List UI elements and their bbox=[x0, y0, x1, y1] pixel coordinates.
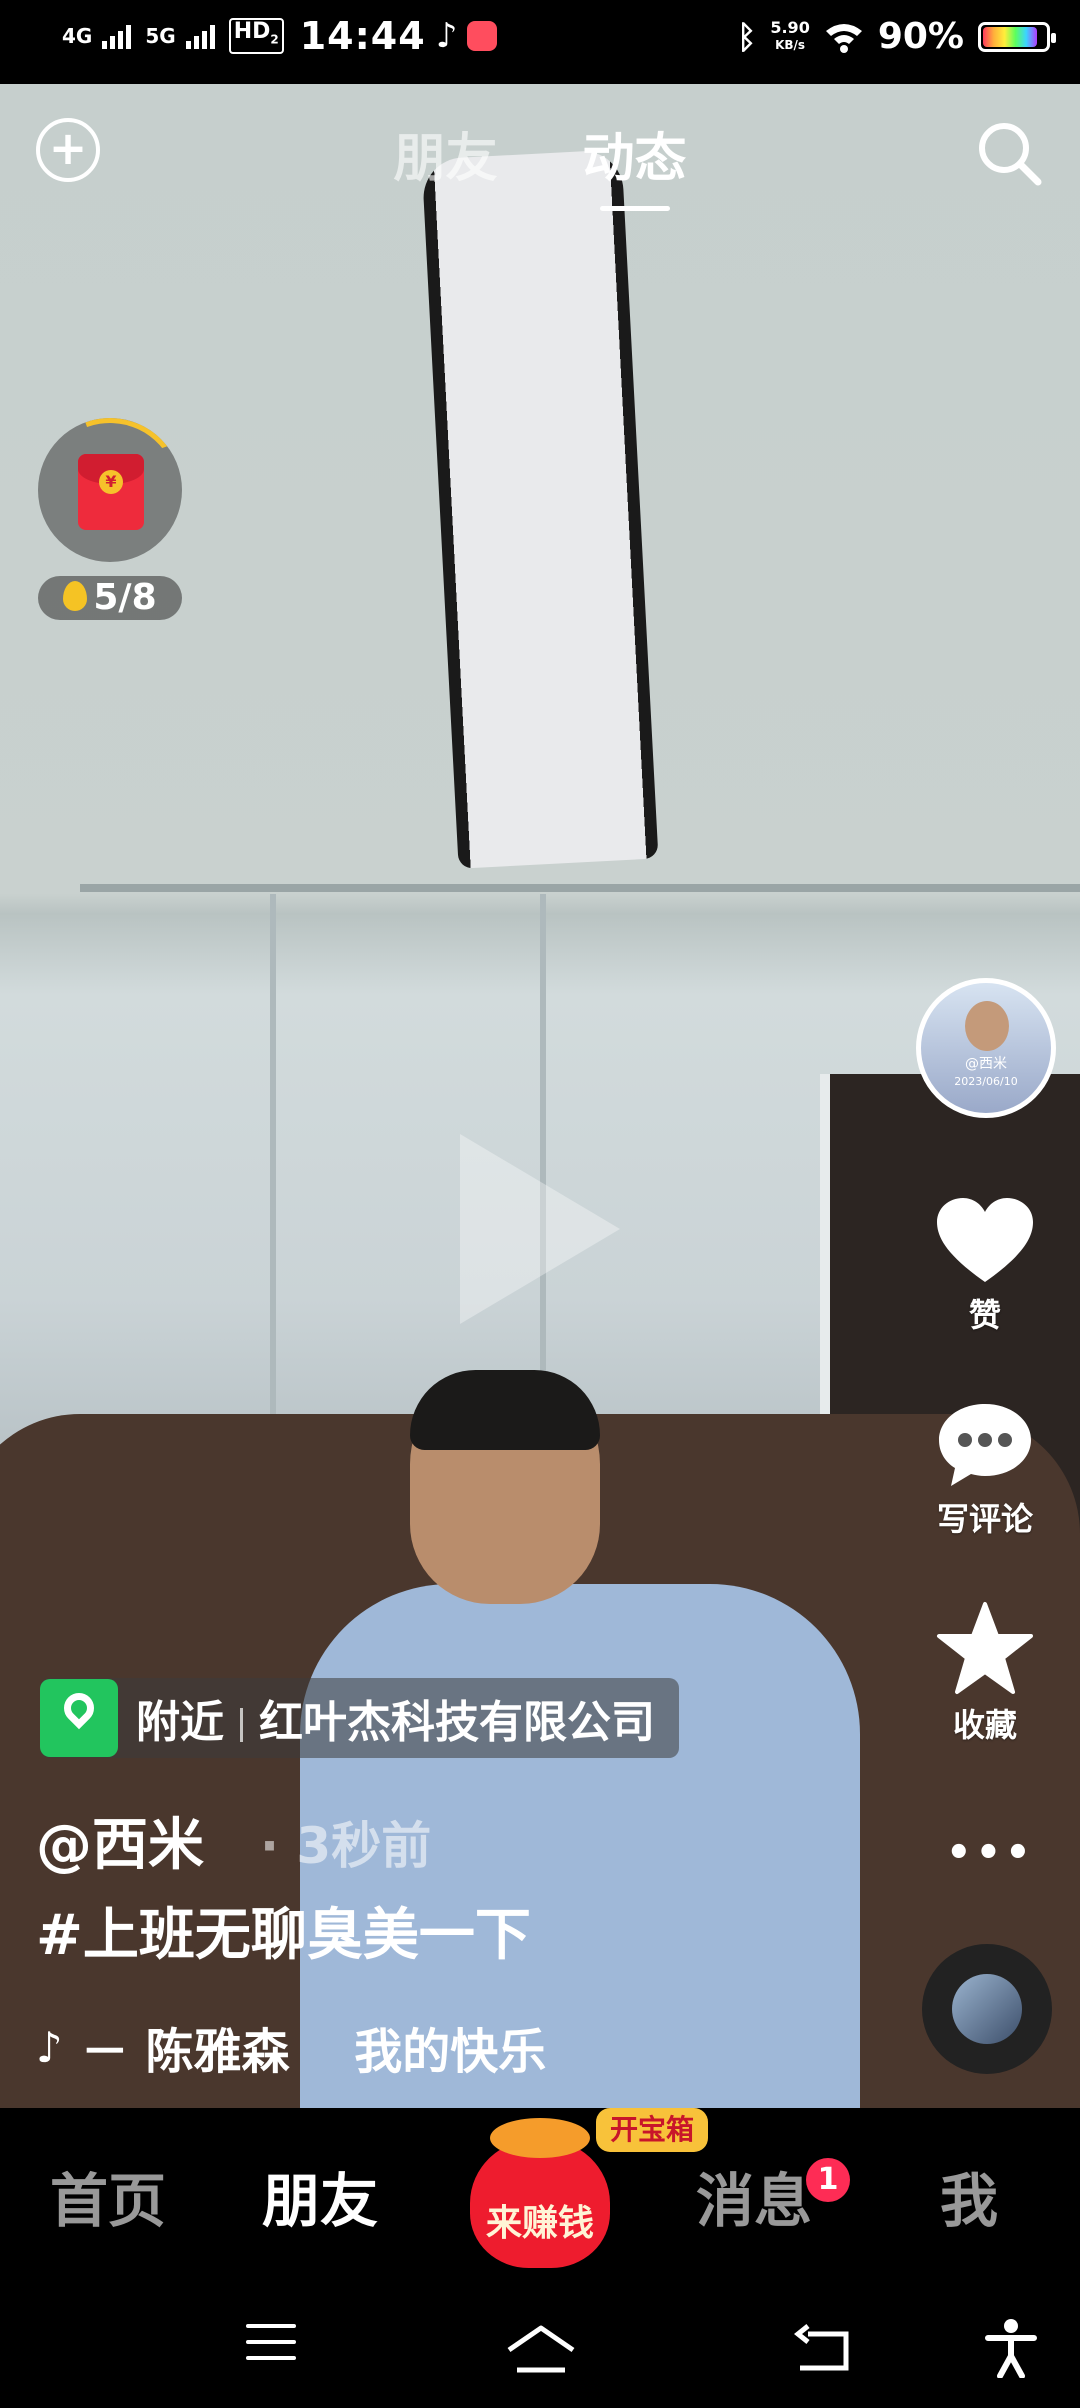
messages-badge: 1 bbox=[806, 2158, 850, 2202]
bottom-nav: 首页 朋友 来赚钱 开宝箱 消息 1 我 bbox=[0, 2108, 1080, 2288]
earn-money-label[interactable]: 来赚钱 bbox=[472, 2194, 608, 2246]
like-button[interactable]: 赞 bbox=[930, 1196, 1040, 1336]
tiktok-notification-icon: ♪ bbox=[435, 16, 458, 56]
search-icon[interactable] bbox=[974, 118, 1044, 188]
favorite-button[interactable]: 收藏 bbox=[930, 1600, 1040, 1746]
battery-icon bbox=[978, 21, 1056, 52]
nav-home[interactable]: 首页 bbox=[50, 2154, 166, 2238]
nav-me[interactable]: 我 bbox=[940, 2154, 998, 2238]
status-left: 4G 5G HD2 14:44 ♪ bbox=[62, 14, 498, 58]
post-time: · 3秒前 bbox=[260, 1817, 432, 1875]
bluetooth-icon: ᛒ bbox=[737, 17, 757, 56]
author-avatar[interactable]: @西米 2023/06/10 bbox=[916, 978, 1056, 1118]
red-packet-count[interactable]: 5/8 bbox=[38, 576, 182, 620]
scene-ceiling-edge bbox=[80, 884, 1080, 892]
music-info[interactable]: ♪ － 陈雅森 我的快乐 bbox=[36, 2012, 546, 2082]
play-icon[interactable] bbox=[460, 1134, 620, 1324]
nav-messages[interactable]: 消息 bbox=[696, 2154, 812, 2238]
heart-icon bbox=[937, 1198, 1033, 1282]
avatar-caption: @西米 2023/06/10 bbox=[954, 1056, 1018, 1088]
scene-ceiling-lamp bbox=[421, 149, 659, 869]
status-bar: 4G 5G HD2 14:44 ♪ ᛒ 5.90 KB/s 90% bbox=[0, 0, 1080, 84]
app-notification-icon bbox=[467, 21, 498, 51]
back-icon[interactable] bbox=[794, 2324, 854, 2374]
open-chest-tag[interactable]: 开宝箱 bbox=[596, 2108, 708, 2152]
signal-icon bbox=[185, 23, 215, 49]
status-right: ᛒ 5.90 KB/s 90% bbox=[737, 16, 1056, 57]
comment-label: 写评论 bbox=[936, 1500, 1033, 1538]
nav-friends[interactable]: 朋友 bbox=[262, 2154, 378, 2238]
music-disc-icon[interactable] bbox=[922, 1944, 1052, 2074]
avatar-face bbox=[965, 1001, 1009, 1051]
favorite-label: 收藏 bbox=[952, 1706, 1017, 1744]
accessibility-icon[interactable] bbox=[984, 2318, 1038, 2378]
hashtag[interactable]: #上班无聊臭美一下 bbox=[36, 1890, 531, 1971]
signal-icon bbox=[102, 23, 132, 49]
tab-friends[interactable]: 朋友 bbox=[393, 116, 497, 191]
location-label: 附近 红叶杰科技有限公司 bbox=[136, 1697, 655, 1748]
location-tag[interactable]: 附近 红叶杰科技有限公司 bbox=[40, 1678, 679, 1758]
red-envelope-icon: ¥ bbox=[78, 454, 144, 530]
location-pin-icon bbox=[40, 1679, 118, 1757]
battery-percentage: 90% bbox=[877, 16, 964, 57]
hd-voice-icon: HD2 bbox=[228, 18, 284, 54]
home-icon[interactable] bbox=[505, 2324, 577, 2374]
system-nav-bar bbox=[0, 2288, 1080, 2408]
comment-icon bbox=[939, 1404, 1031, 1486]
tab-feed[interactable]: 动态 bbox=[583, 116, 687, 211]
like-label: 赞 bbox=[968, 1296, 1001, 1334]
network-5g-label: 5G bbox=[145, 24, 176, 48]
clock: 14:44 bbox=[299, 14, 426, 58]
top-tabs: 朋友 动态 bbox=[0, 116, 1080, 211]
wifi-icon bbox=[825, 23, 862, 53]
music-note-icon: ♪ bbox=[36, 2022, 63, 2072]
author-name[interactable]: @西米 bbox=[36, 1800, 204, 1881]
red-packet-widget[interactable]: ¥ bbox=[38, 418, 182, 562]
music-title: － 陈雅森 我的快乐 bbox=[80, 2024, 547, 2080]
more-options-icon[interactable]: ••• bbox=[946, 1830, 1035, 1876]
scene-person-hair bbox=[410, 1370, 600, 1450]
recents-icon[interactable] bbox=[246, 2324, 296, 2372]
network-4g-label: 4G bbox=[62, 24, 93, 48]
gold-egg-icon bbox=[63, 581, 88, 611]
network-speed: 5.90 KB/s bbox=[770, 18, 810, 53]
comment-button[interactable]: 写评论 bbox=[930, 1400, 1040, 1540]
star-icon bbox=[937, 1602, 1033, 1694]
